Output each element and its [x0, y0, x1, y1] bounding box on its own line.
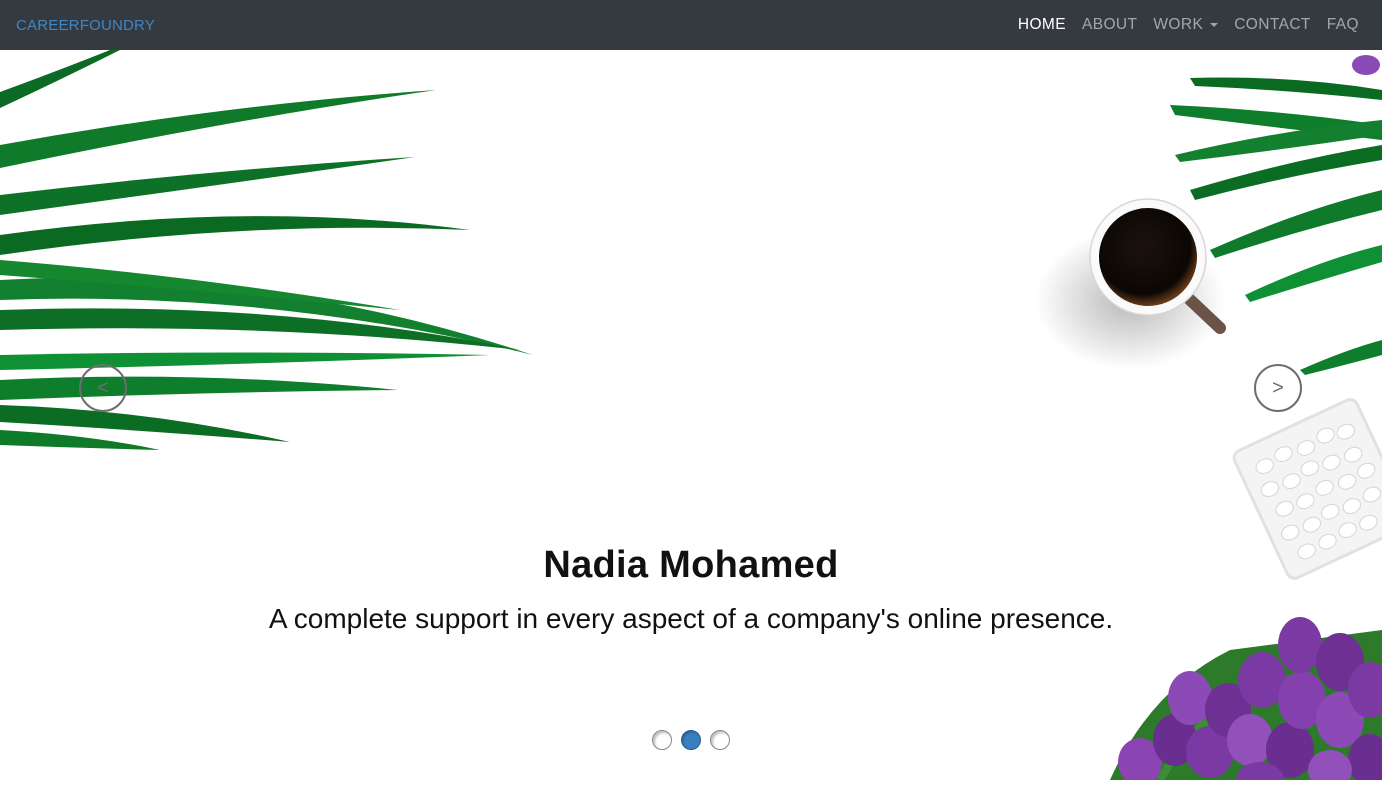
nav-item-contact[interactable]: CONTACT: [1234, 16, 1311, 34]
hero-title: Nadia Mohamed: [543, 544, 839, 586]
carousel-indicator-3[interactable]: [710, 730, 730, 750]
coffee-cup-image: [1035, 198, 1226, 370]
nav-item-work-dropdown[interactable]: WORK: [1153, 16, 1219, 34]
carousel-indicator-2[interactable]: [681, 730, 701, 750]
top-navbar: CAREERFOUNDRY HOME ABOUT WORK CONTACT FA…: [0, 0, 1382, 50]
chevron-right-icon: >: [1272, 376, 1284, 399]
carousel-indicator-1[interactable]: [652, 730, 672, 750]
nav-item-faq[interactable]: FAQ: [1327, 16, 1359, 34]
nav-item-work-label: WORK: [1153, 16, 1204, 33]
nav-menu: HOME ABOUT WORK CONTACT FAQ: [1002, 16, 1359, 34]
hero-carousel: Nadia Mohamed A complete support in ever…: [0, 50, 1382, 780]
caret-down-icon: [1210, 23, 1219, 27]
brand-logo[interactable]: CAREERFOUNDRY: [16, 17, 155, 34]
carousel-prev-button[interactable]: <: [79, 364, 127, 412]
carousel-next-button[interactable]: >: [1254, 364, 1302, 412]
hero-background-image: [0, 50, 1382, 780]
chevron-left-icon: <: [97, 376, 109, 399]
hero-subtitle: A complete support in every aspect of a …: [268, 603, 1114, 634]
nav-item-about[interactable]: ABOUT: [1082, 16, 1137, 34]
nav-item-home[interactable]: HOME: [1018, 16, 1066, 34]
carousel-indicators: [652, 730, 739, 750]
